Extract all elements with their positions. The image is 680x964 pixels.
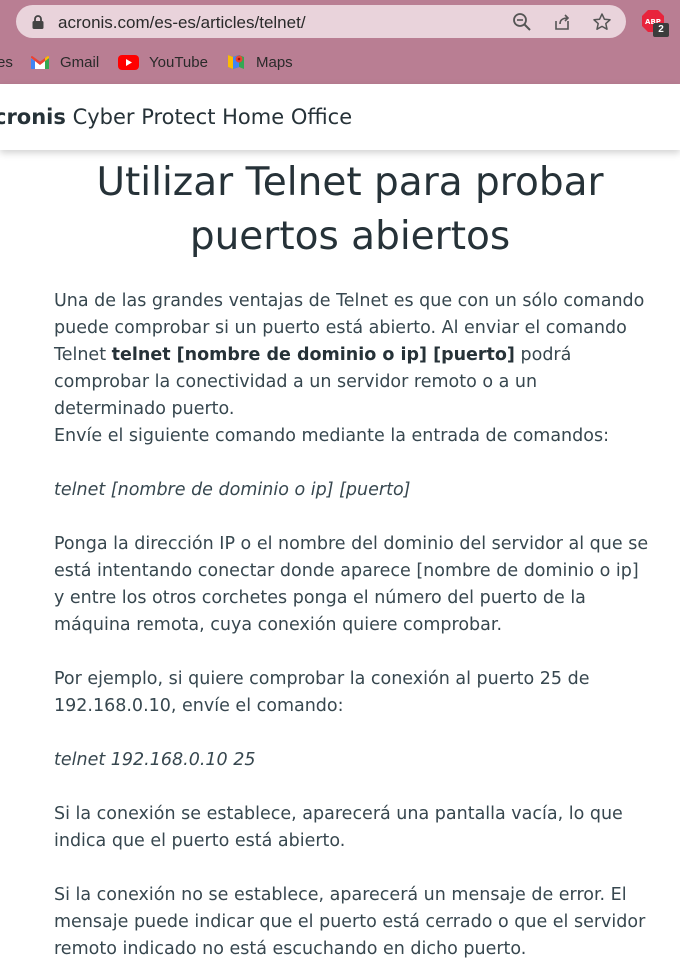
command-example: telnet [nombre de dominio o ip] [puerto] [54, 477, 654, 504]
lock-icon[interactable] [31, 14, 45, 30]
bookmark-label: Maps [256, 53, 293, 71]
youtube-icon [118, 54, 139, 70]
paragraph-success: Si la conexión se establece, aparecerá u… [54, 804, 623, 851]
bookmark-partial[interactable]: es [0, 47, 13, 77]
bookmark-youtube[interactable]: YouTube [118, 47, 208, 77]
intro-command: telnet [nombre de dominio o ip] [puerto] [111, 345, 515, 365]
share-icon[interactable] [552, 12, 572, 32]
paragraph-intro: Una de las grandes ventajas de Telnet es… [54, 288, 654, 423]
bookmark-label: es [0, 53, 13, 71]
brand-logo[interactable]: cronis Cyber Protect Home Office [0, 105, 352, 129]
bookmark-star-icon[interactable] [592, 12, 612, 32]
browser-chrome: acronis.com/es-es/articles/telnet/ ABP 2… [0, 0, 680, 84]
url-text[interactable]: acronis.com/es-es/articles/telnet/ [58, 13, 306, 33]
paragraph-example: Por ejemplo, si quiere comprobar la cone… [54, 669, 590, 716]
site-header: cronis Cyber Protect Home Office [0, 84, 680, 150]
paragraph-instruction: Envíe el siguiente comando mediante la e… [54, 426, 609, 446]
bookmark-gmail[interactable]: Gmail [30, 47, 99, 77]
command-example-2: telnet 192.168.0.10 25 [54, 747, 654, 774]
brand-product: Cyber Protect Home Office [65, 105, 353, 129]
bookmarks-bar: es Gmail YouTube Maps [0, 47, 680, 77]
bookmark-label: YouTube [149, 53, 208, 71]
extension-badge: 2 [653, 23, 669, 37]
command-text: telnet [nombre de dominio o ip] [puerto] [54, 480, 411, 500]
bookmark-maps[interactable]: Maps [226, 47, 293, 77]
paragraph-error: Si la conexión no se establece, aparecer… [54, 885, 646, 959]
gmail-icon [31, 55, 49, 69]
brand-name: cronis [0, 105, 66, 129]
zoom-icon[interactable] [512, 12, 532, 32]
address-bar[interactable]: acronis.com/es-es/articles/telnet/ [16, 5, 626, 38]
page-title: Utilizar Telnet para probar puertos abie… [96, 160, 604, 259]
paragraph-explanation: Ponga la dirección IP o el nombre del do… [54, 534, 649, 635]
maps-icon [228, 55, 244, 69]
bookmark-label: Gmail [60, 53, 100, 71]
command-text-2: telnet 192.168.0.10 25 [54, 750, 256, 770]
adblock-extension-button[interactable]: ABP 2 [641, 9, 669, 37]
